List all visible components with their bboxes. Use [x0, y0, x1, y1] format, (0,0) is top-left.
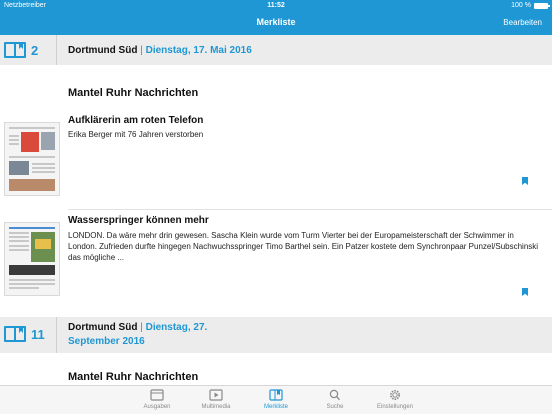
- page-count: 2: [4, 42, 38, 58]
- tab-label: Einstellungen: [376, 404, 414, 410]
- header-divider: [56, 35, 57, 65]
- bookmark-icon[interactable]: [522, 177, 528, 185]
- list-divider: [68, 209, 552, 210]
- page-count-number: 11: [31, 326, 45, 342]
- video-icon: [209, 389, 223, 401]
- tab-merkliste[interactable]: Merkliste: [246, 389, 306, 410]
- article-item[interactable]: Aufklärerin am roten Telefon Erika Berge…: [0, 115, 552, 215]
- tab-label: Suche: [326, 404, 344, 410]
- article-thumbnail: [4, 222, 60, 296]
- bookmark-book-icon: [269, 389, 283, 401]
- book-icon: [4, 326, 26, 342]
- issue-dateline: Dortmund Süd | Dienstag, 17. Mai 2016: [68, 44, 252, 58]
- article-headline: Wasserspringer können mehr: [68, 215, 209, 226]
- issue-header[interactable]: 2 Dortmund Süd | Dienstag, 17. Mai 2016: [0, 35, 552, 65]
- tab-label: Ausgaben: [143, 404, 171, 410]
- newspaper-icon: [150, 389, 164, 401]
- article-teaser: Erika Berger mit 76 Jahren verstorben: [68, 130, 204, 139]
- tab-bar: Ausgaben Multimedia Merkliste Suche Eins…: [0, 385, 552, 414]
- page-title: Merkliste: [256, 17, 296, 27]
- article-headline: Aufklärerin am roten Telefon: [68, 115, 204, 126]
- navigation-bar: Merkliste Bearbeiten: [0, 12, 552, 35]
- tab-einstellungen[interactable]: Einstellungen: [365, 389, 425, 410]
- book-icon: [4, 42, 26, 58]
- bookmark-icon[interactable]: [522, 288, 528, 296]
- clock: 11:52: [267, 2, 285, 9]
- page-count-number: 2: [31, 42, 39, 58]
- tab-label: Multimedia: [201, 404, 231, 410]
- page-count: 11: [4, 326, 45, 342]
- tab-ausgaben[interactable]: Ausgaben: [127, 389, 187, 410]
- search-icon: [329, 389, 340, 401]
- article-teaser: LONDON. Da wäre mehr drin gewesen. Sasch…: [68, 231, 539, 262]
- tab-suche[interactable]: Suche: [305, 389, 365, 410]
- section-title: Mantel Ruhr Nachrichten: [68, 371, 199, 383]
- bookmark-list[interactable]: 2 Dortmund Süd | Dienstag, 17. Mai 2016 …: [0, 35, 552, 385]
- tab-multimedia[interactable]: Multimedia: [186, 389, 246, 410]
- battery-icon: [534, 2, 550, 9]
- issue-city: Dortmund Süd: [68, 322, 138, 333]
- battery-indicator: 100 %: [511, 2, 550, 9]
- issue-date-continued: September 2016: [68, 336, 145, 347]
- battery-percent: 100 %: [511, 2, 531, 9]
- status-bar: Netzbetreiber 11:52 100 %: [0, 0, 552, 12]
- section-title: Mantel Ruhr Nachrichten: [68, 87, 199, 99]
- tab-label: Merkliste: [263, 404, 288, 410]
- issue-city: Dortmund Süd: [68, 45, 138, 56]
- issue-header[interactable]: 11 Dortmund Süd | Dienstag, 27. Septembe…: [0, 317, 552, 353]
- article-thumbnail: [4, 122, 60, 196]
- header-divider: [56, 317, 57, 353]
- article-item[interactable]: Wasserspringer können mehr LONDON. Da wä…: [0, 215, 552, 315]
- dateline-separator: |: [140, 322, 143, 333]
- gear-icon: [390, 390, 400, 400]
- dateline-separator: |: [140, 45, 143, 56]
- issue-date: Dienstag, 27.: [145, 322, 208, 333]
- issue-date: Dienstag, 17. Mai 2016: [145, 45, 252, 56]
- edit-button[interactable]: Bearbeiten: [503, 18, 542, 27]
- issue-dateline: Dortmund Süd | Dienstag, 27. September 2…: [68, 321, 207, 349]
